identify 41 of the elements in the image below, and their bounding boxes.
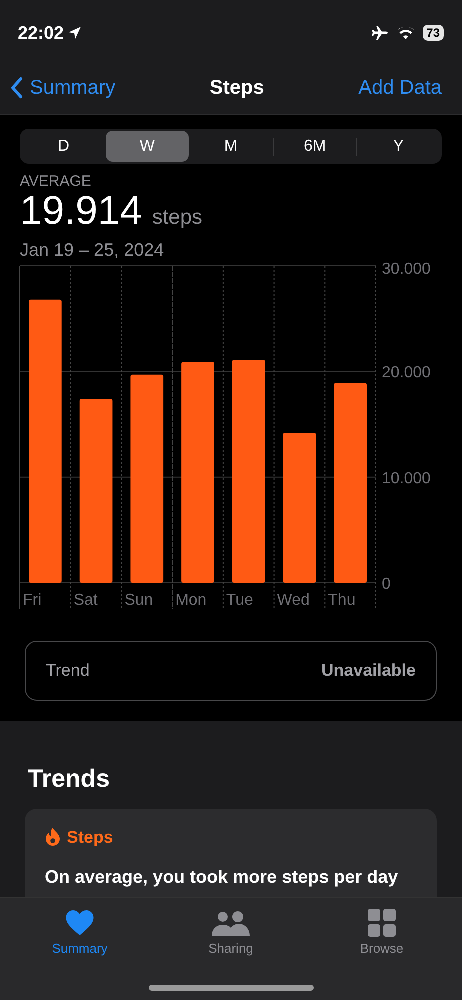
tab-bar-item[interactable]: Browse (342, 906, 422, 958)
grid-icon (368, 908, 396, 936)
people-icon (211, 910, 251, 936)
x-axis-label: Thu (328, 592, 356, 609)
tab-bar-item[interactable]: Sharing (191, 906, 271, 958)
y-axis-label: 30.000 (382, 261, 431, 278)
insight-text: On average, you took more steps per day (45, 866, 400, 889)
y-axis-label: 20.000 (382, 364, 431, 382)
wifi-icon (396, 26, 415, 40)
add-data-button[interactable]: Add Data (358, 73, 452, 103)
flame-icon (45, 827, 61, 848)
range-tab[interactable]: Y (357, 131, 440, 162)
page-title: Steps (210, 76, 264, 101)
section-heading: Trends (27, 764, 111, 795)
x-axis-label: Sun (124, 592, 154, 609)
battery-indicator: 73 (422, 25, 444, 41)
unit-label: steps (152, 205, 203, 231)
chevron-left-icon (10, 77, 24, 99)
status-time: 22:02 (18, 22, 64, 44)
tab-bar-item[interactable]: Summary (40, 906, 120, 958)
x-axis-label: Fri (23, 592, 42, 609)
date-range: Jan 19 – 25, 2024 (20, 239, 166, 262)
x-axis-label: Tue (226, 592, 254, 609)
location-arrow-icon (68, 26, 82, 40)
range-tab[interactable]: 6M (274, 131, 356, 162)
y-axis-label: 10.000 (382, 470, 431, 488)
trend-value: Unavailable (322, 660, 416, 682)
trend-label: Trend (46, 660, 90, 682)
back-button[interactable]: Summary (10, 73, 116, 103)
airplane-icon (370, 25, 389, 41)
insight-title: Steps (67, 826, 114, 848)
average-label: AVERAGE (20, 173, 92, 191)
range-tab[interactable]: D (22, 131, 106, 162)
y-axis-label: 0 (382, 576, 391, 593)
range-tab[interactable]: M (189, 131, 273, 162)
x-axis-label: Mon (176, 592, 207, 609)
x-axis-label: Wed (277, 592, 310, 609)
heart-icon (65, 908, 95, 936)
average-value: 19.914 (20, 191, 142, 231)
x-axis-label: Sat (74, 592, 98, 609)
range-tab[interactable]: W (106, 131, 190, 162)
